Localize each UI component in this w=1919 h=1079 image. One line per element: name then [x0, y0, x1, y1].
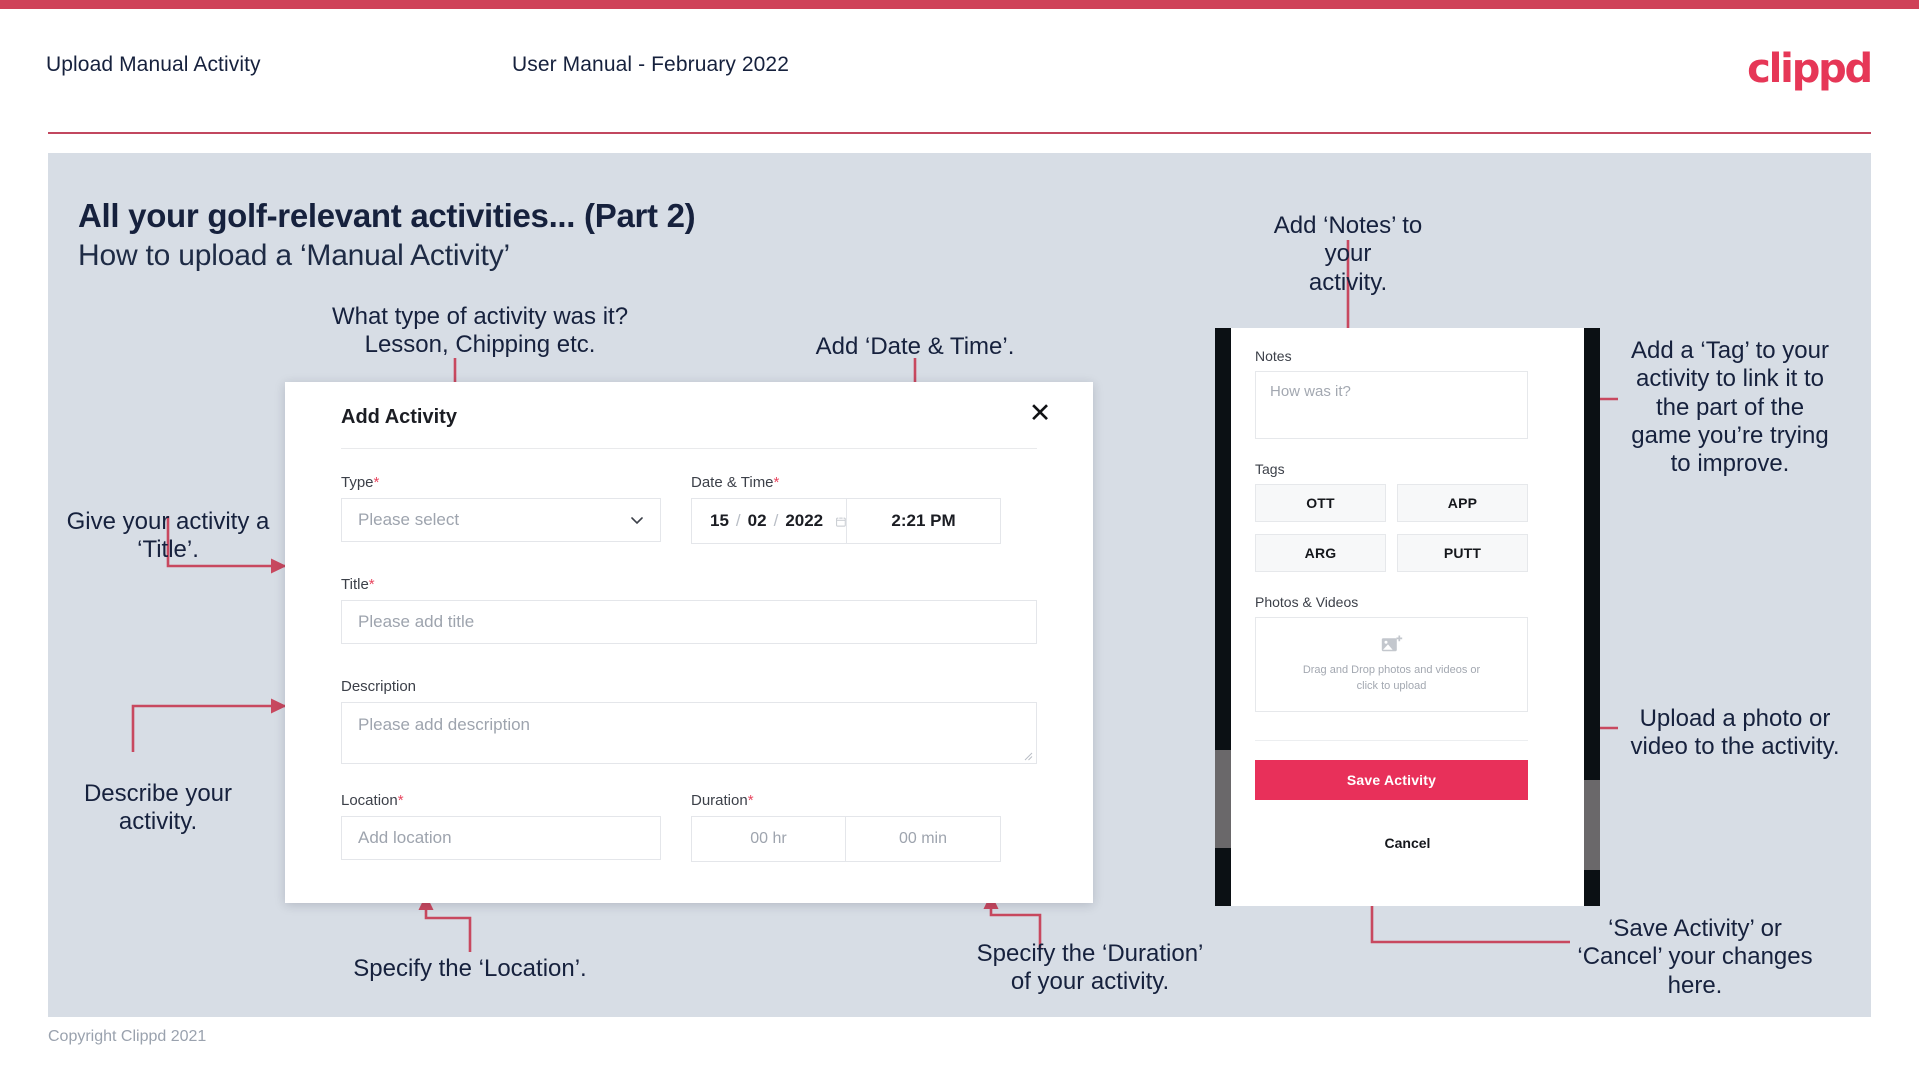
title-label: Title*: [341, 576, 375, 593]
location-label-text: Location: [341, 792, 398, 809]
annotation-duration: Specify the ‘Duration’ of your activity.: [976, 940, 1204, 996]
photos-label: Photos & Videos: [1255, 594, 1359, 610]
date-month: 02: [747, 511, 767, 530]
annotation-title: Give your activity a ‘Title’.: [66, 508, 270, 564]
location-placeholder: Add location: [358, 828, 452, 847]
tag-button-arg[interactable]: ARG: [1255, 534, 1386, 572]
description-placeholder: Please add description: [358, 715, 531, 734]
notes-label: Notes: [1255, 348, 1292, 364]
type-label: Type*: [341, 474, 379, 491]
required-marker: *: [747, 792, 754, 809]
time-input[interactable]: 2:21 PM: [847, 499, 1000, 543]
duration-hours[interactable]: 00 hr: [692, 817, 846, 861]
title-input[interactable]: Please add title: [341, 600, 1037, 644]
date-separator: /: [735, 511, 741, 530]
annotation-describe: Describe your activity.: [83, 780, 233, 836]
cancel-button[interactable]: Cancel: [1231, 835, 1584, 851]
page-title: Upload Manual Activity: [46, 53, 261, 76]
location-input[interactable]: Add location: [341, 816, 661, 860]
chevron-down-icon: [631, 517, 643, 525]
add-image-icon: [1381, 635, 1402, 651]
tag-button-putt[interactable]: PUTT: [1397, 534, 1528, 572]
tag-button-ott[interactable]: OTT: [1255, 484, 1386, 522]
title-label-text: Title: [341, 576, 369, 593]
required-marker: *: [773, 474, 780, 491]
slide-page: Upload Manual Activity User Manual - Feb…: [0, 0, 1919, 1079]
phone-button-left: [1215, 750, 1231, 848]
duration-field[interactable]: 00 hr 00 min: [691, 816, 1001, 862]
calendar-icon[interactable]: [836, 513, 846, 530]
clippd-logo: clippd: [1747, 46, 1873, 92]
dialog-title: Add Activity: [341, 406, 457, 428]
description-textarea[interactable]: Please add description: [341, 702, 1037, 764]
description-label: Description: [341, 678, 416, 695]
resize-grip-icon[interactable]: [1023, 751, 1033, 761]
notes-placeholder: How was it?: [1270, 383, 1351, 400]
datetime-label: Date & Time*: [691, 474, 779, 491]
required-marker: *: [397, 792, 404, 809]
header-subtitle: User Manual - February 2022: [512, 53, 789, 76]
photo-dropzone[interactable]: Drag and Drop photos and videos or click…: [1255, 617, 1528, 712]
title-placeholder: Please add title: [358, 612, 475, 631]
location-label: Location*: [341, 792, 404, 809]
annotation-tag: Add a ‘Tag’ to your activity to link it …: [1631, 337, 1829, 478]
duration-label: Duration*: [691, 792, 754, 809]
slide-subtitle: How to upload a ‘Manual Activity’: [78, 239, 510, 272]
top-accent-bar: [0, 0, 1919, 9]
annotation-save: ‘Save Activity’ or ‘Cancel’ your changes…: [1577, 915, 1813, 999]
type-placeholder: Please select: [358, 510, 460, 529]
phone-divider: [1255, 740, 1528, 741]
annotation-notes: Add ‘Notes’ to your activity.: [1273, 212, 1423, 296]
tag-button-app[interactable]: APP: [1397, 484, 1528, 522]
dialog-divider: [341, 448, 1037, 449]
required-marker: *: [368, 576, 375, 593]
add-activity-dialog: Add Activity ✕ Type* Please select Date …: [285, 382, 1093, 903]
save-activity-button[interactable]: Save Activity: [1255, 760, 1528, 800]
slide-title: All your golf-relevant activities... (Pa…: [78, 197, 696, 234]
tags-label: Tags: [1255, 461, 1285, 477]
annotation-location: Specify the ‘Location’.: [353, 955, 587, 982]
date-day: 15: [710, 511, 729, 530]
date-separator: /: [773, 511, 779, 530]
header-divider: [48, 132, 1871, 134]
page-header: Upload Manual Activity User Manual - Feb…: [0, 9, 1919, 134]
close-icon[interactable]: ✕: [1023, 396, 1057, 430]
datetime-field[interactable]: 15 / 02 / 2022 2:21 PM: [691, 498, 1001, 544]
description-label-text: Description: [341, 678, 417, 695]
phone-mockup: Notes How was it? Tags OTT APP ARG PUTT …: [1215, 328, 1600, 906]
date-input[interactable]: 15 / 02 / 2022: [692, 499, 847, 543]
dialog-header: Add Activity ✕: [285, 382, 1093, 449]
annotation-type: What type of activity was it? Lesson, Ch…: [331, 303, 629, 359]
annotation-upload: Upload a photo or video to the activity.: [1630, 705, 1840, 761]
datetime-label-text: Date & Time: [691, 474, 774, 491]
annotation-datetime: Add ‘Date & Time’.: [815, 333, 1015, 360]
phone-screen: Notes How was it? Tags OTT APP ARG PUTT …: [1231, 328, 1584, 906]
type-select[interactable]: Please select: [341, 498, 661, 542]
copyright-footer: Copyright Clippd 2021: [48, 1028, 207, 1045]
date-year: 2022: [785, 511, 824, 530]
type-label-text: Type: [341, 474, 374, 491]
phone-button-right: [1584, 780, 1600, 870]
duration-minutes[interactable]: 00 min: [846, 817, 1000, 861]
duration-label-text: Duration: [691, 792, 748, 809]
notes-input[interactable]: How was it?: [1255, 371, 1528, 439]
required-marker: *: [373, 474, 380, 491]
dropzone-text: Drag and Drop photos and videos or click…: [1302, 663, 1481, 692]
